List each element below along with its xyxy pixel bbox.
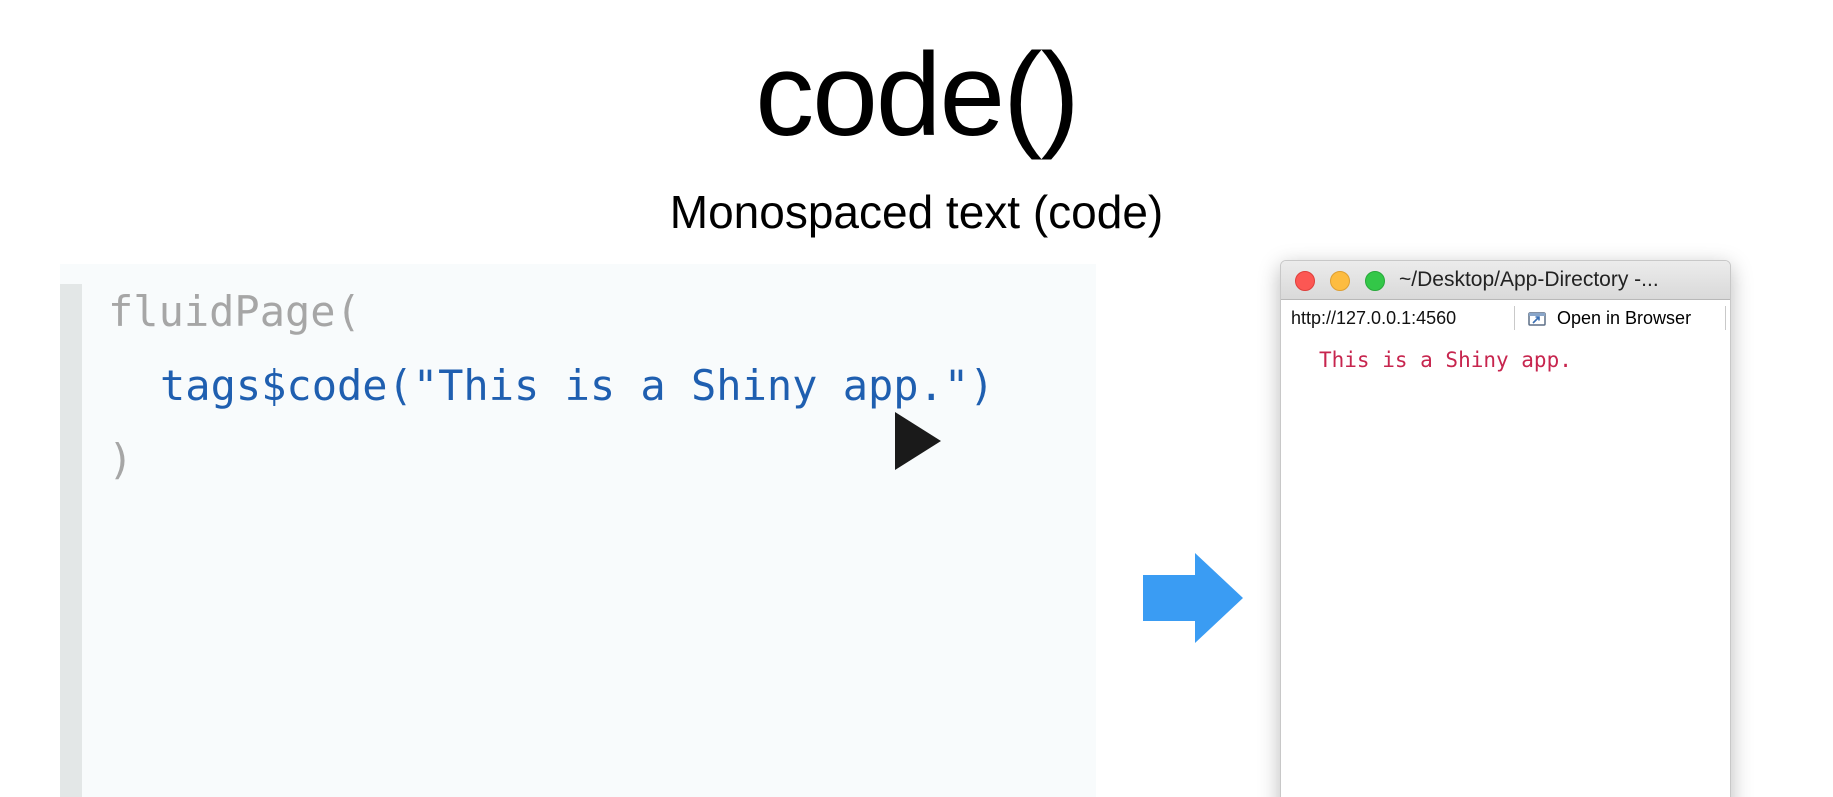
app-url: http://127.0.0.1:4560 [1291,308,1457,328]
app-output-code: This is a Shiny app. [1319,348,1572,372]
window-minimize-button[interactable] [1330,271,1350,291]
window-maximize-button[interactable] [1365,271,1385,291]
window-close-button[interactable] [1295,271,1315,291]
code-gutter [60,284,82,797]
play-icon[interactable] [895,412,941,470]
app-window: ~/Desktop/App-Directory -... http://127.… [1280,260,1731,797]
slide: code() Monospaced text (code) fluidPage(… [0,0,1833,797]
code-line-close-paren: ) [108,435,134,484]
code-line-tags-code: tags$code("This is a Shiny app.") [160,361,995,410]
arrow-right-icon [1143,553,1243,643]
open-in-browser-button[interactable]: Open in Browser [1525,304,1691,332]
open-in-browser-icon [1528,312,1546,326]
slide-title: code() [755,29,1079,161]
slide-subtitle: Monospaced text (code) [669,186,1164,238]
code-line-fluidpage: fluidPage( [108,287,361,336]
window-titlebar[interactable]: ~/Desktop/App-Directory -... [1281,261,1730,300]
window-toolbar: http://127.0.0.1:4560 Open in Browser [1281,300,1730,336]
open-in-browser-label: Open in Browser [1557,308,1692,328]
window-title: ~/Desktop/App-Directory -... [1399,268,1659,291]
toolbar-edge-divider [1725,306,1726,330]
toolbar-divider [1514,306,1515,330]
code-panel: fluidPage( tags$code("This is a Shiny ap… [60,264,1096,797]
arrow-shape [1143,553,1243,643]
app-body: This is a Shiny app. [1281,337,1730,797]
